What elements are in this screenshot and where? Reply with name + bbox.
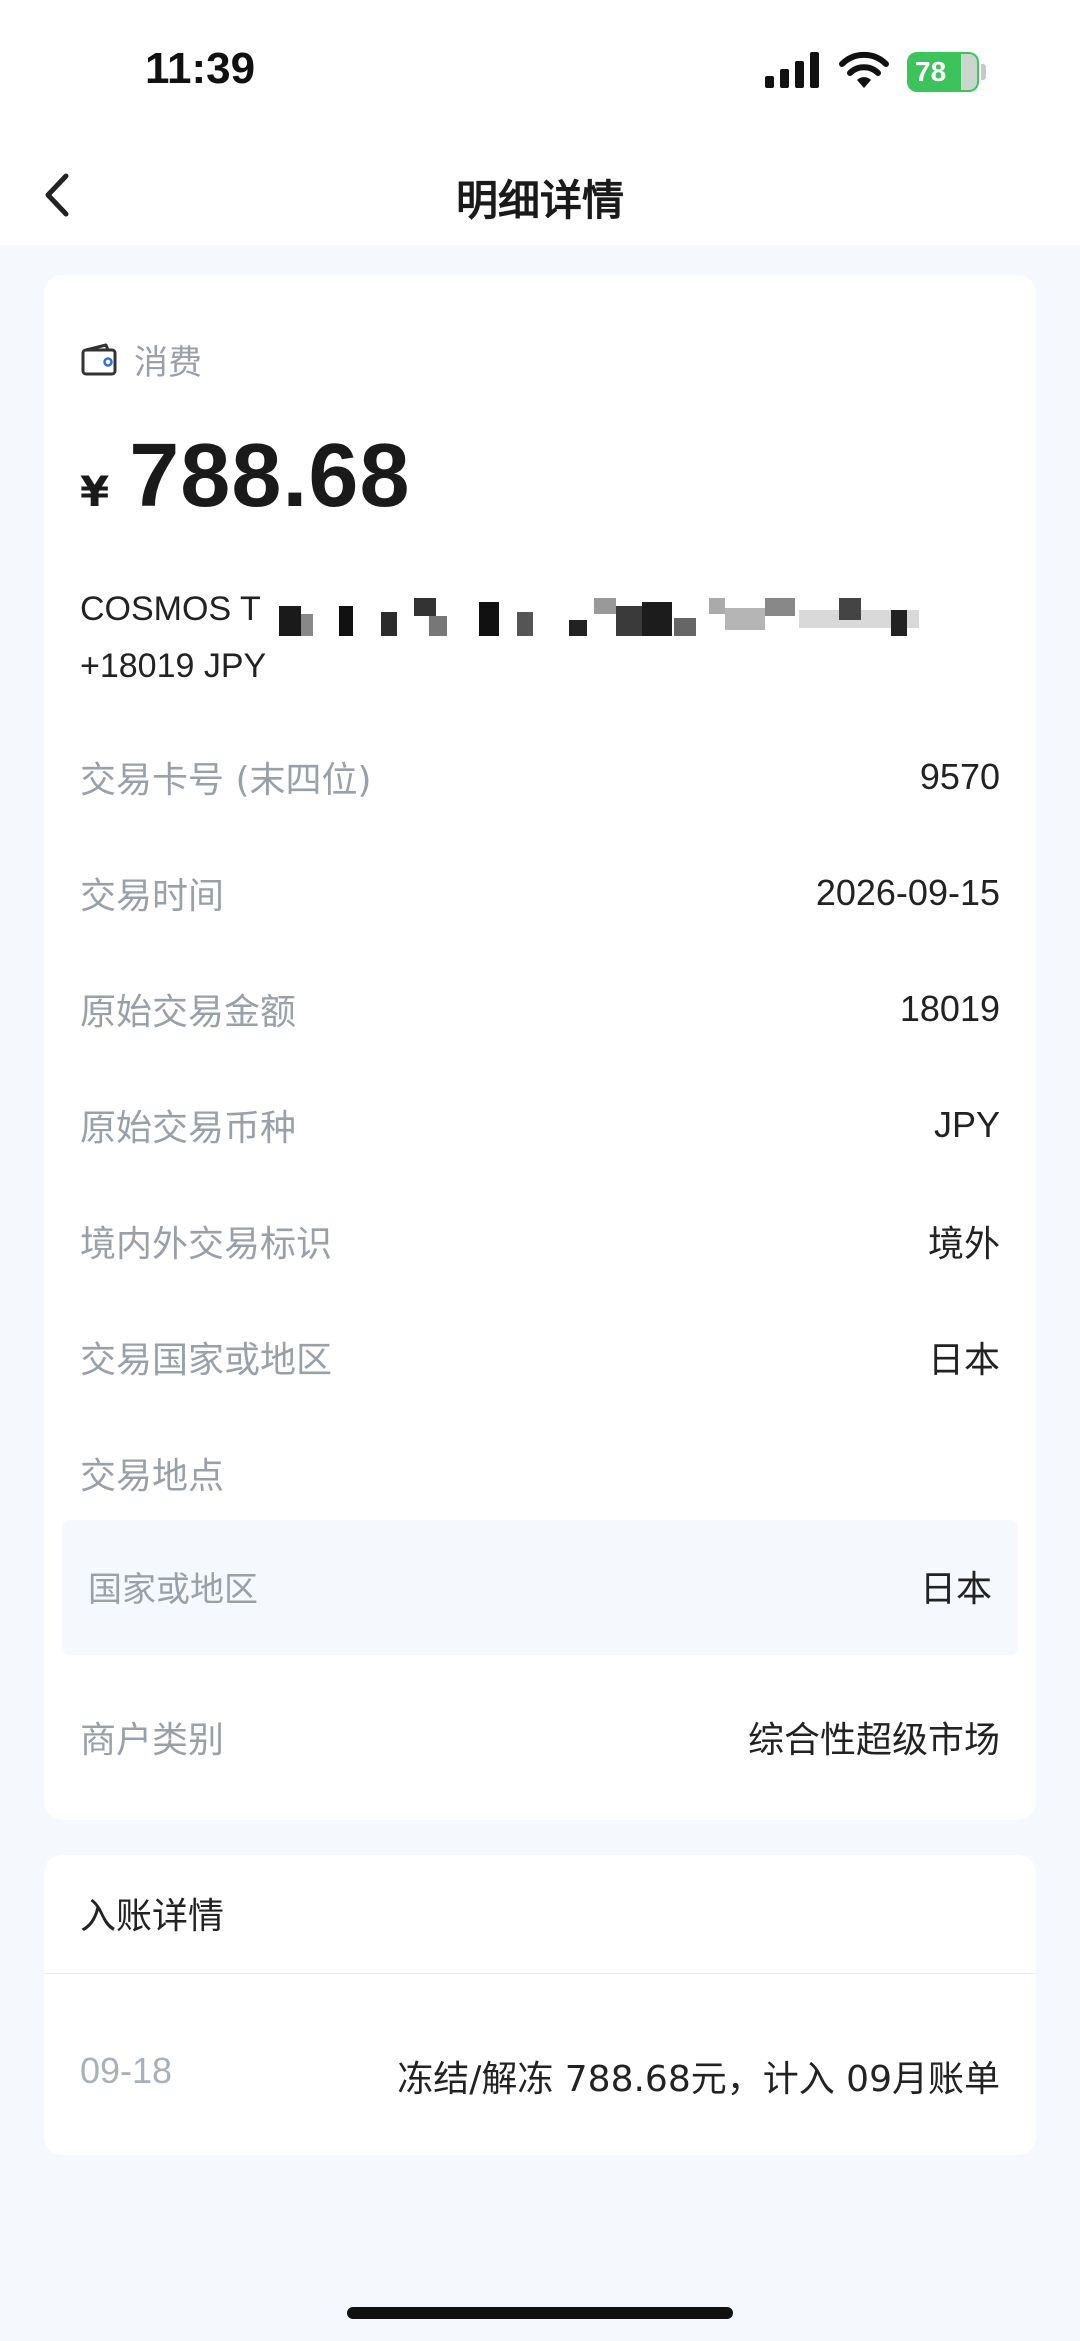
detail-value: 18019 [899,988,1000,1029]
detail-value: JPY [933,1104,1000,1145]
wifi-icon [839,51,889,88]
status-time: 11:39 [145,44,256,93]
home-indicator[interactable] [347,2307,733,2319]
detail-row-transaction-time: 交易时间 2026-09-15 [80,863,1000,923]
currency-symbol: ¥ [80,467,110,516]
detail-row-card-number: 交易卡号 (末四位) 9570 [80,747,1000,807]
status-bar: 11:39 78 [0,0,1080,145]
redacted-mosaic [279,598,939,640]
detail-value: 2026-09-15 [815,872,1000,913]
location-subpanel: 国家或地区 日本 [62,1520,1018,1655]
detail-label: 境内外交易标识 [80,1224,333,1265]
detail-value: 综合性超级市场 [747,1719,1000,1760]
detail-label: 原始交易币种 [80,1108,297,1149]
detail-label: 商户类别 [80,1720,225,1761]
detail-label: 交易国家或地区 [80,1340,333,1381]
detail-label: 原始交易金额 [80,992,297,1033]
battery-indicator: 78 [907,52,979,92]
detail-row-original-amount: 原始交易金额 18019 [80,979,1000,1039]
posting-description: 冻结/解冻 788.68元，计入 09月账单 [397,2059,1000,2100]
transaction-detail-card: 消费 ¥ 788.68 COSMOS T +18019 JPY 交易卡号 (末四… [44,275,1036,1820]
cellular-signal-icon [765,52,819,88]
detail-value: 日本 [919,1568,992,1609]
nav-bar: 明细详情 [0,145,1080,245]
detail-value: 日本 [927,1339,1000,1380]
detail-label: 交易时间 [80,876,225,917]
transaction-amount: ¥ 788.68 [80,425,411,528]
amount-value: 788.68 [129,426,411,526]
battery-level: 78 [915,56,947,87]
detail-row-domestic-overseas: 境内外交易标识 境外 [80,1211,1000,1271]
posting-heading: 入账详情 [80,1896,225,1937]
transaction-type: 消费 [80,335,202,384]
divider [44,1973,1036,1974]
merchant-original-amount: +18019 JPY [80,647,267,685]
battery-bolt-icon [961,54,977,90]
wallet-icon [81,343,117,375]
detail-label: 交易地点 [80,1456,225,1497]
detail-value: 9570 [919,756,1000,797]
detail-row-location: 交易地点 [80,1443,1000,1503]
battery-cap [981,64,986,80]
page-title: 明细详情 [455,176,624,225]
transaction-type-label: 消费 [134,343,202,383]
posting-date: 09-18 [80,2050,173,2091]
merchant-name: COSMOS T [80,590,261,628]
detail-row-original-currency: 原始交易币种 JPY [80,1095,1000,1155]
detail-row-location-country: 国家或地区 日本 [88,1556,992,1616]
detail-label: 交易卡号 (末四位) [80,760,372,801]
detail-label: 国家或地区 [88,1569,258,1610]
detail-row-country: 交易国家或地区 日本 [80,1327,1000,1387]
detail-value: 境外 [927,1223,1000,1264]
posting-detail-card: 入账详情 09-18 冻结/解冻 788.68元，计入 09月账单 [44,1855,1036,2155]
detail-row-merchant-category: 商户类别 综合性超级市场 [80,1707,1000,1767]
